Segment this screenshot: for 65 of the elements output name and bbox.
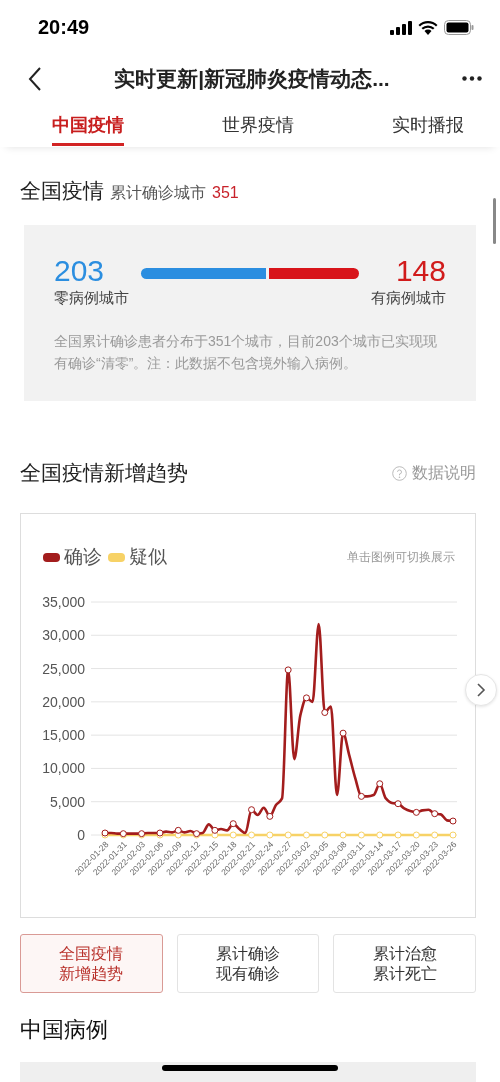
signal-icon: [390, 20, 412, 35]
axis-label: 35,000: [42, 594, 85, 610]
point: [229, 831, 237, 839]
point: [357, 792, 365, 800]
chart-view-button[interactable]: 全国疫情 新增趋势: [20, 934, 163, 993]
point: [321, 831, 329, 839]
summary-note: 全国累计确诊患者分布于351个城市，目前203个城市已实现现有确诊“清零”。注：此数据不包含境外输入病例。: [54, 332, 438, 373]
point: [174, 826, 182, 834]
point: [394, 831, 402, 839]
point: [248, 806, 256, 814]
tab[interactable]: 中国疫情: [52, 106, 124, 147]
page-title: 实时更新|新冠肺炎疫情动态...: [113, 65, 391, 92]
axis-label: 20,000: [42, 693, 85, 710]
status-time: 20:49: [38, 16, 90, 40]
tab[interactable]: 实时播报: [392, 106, 464, 147]
next-button[interactable]: [465, 674, 497, 706]
legend-item[interactable]: 疑似: [108, 544, 167, 570]
city-count: 351: [212, 184, 239, 202]
point: [431, 831, 439, 839]
chart-hint: 单击图例可切换展示: [347, 548, 455, 566]
point: [376, 831, 384, 839]
point: [357, 831, 365, 839]
chevron-right-icon: [476, 682, 486, 698]
point: [321, 709, 329, 717]
point: [248, 831, 256, 839]
stat-label: 零病例城市: [54, 289, 129, 308]
axis-label: 15,000: [42, 727, 85, 744]
battery-icon: [444, 20, 474, 36]
axis-label: 5,000: [49, 793, 85, 810]
point: [339, 729, 347, 737]
stat-value: 148: [395, 255, 446, 287]
point: [284, 666, 292, 674]
stat-label: 有病例城市: [371, 289, 446, 308]
point: [449, 831, 457, 839]
section-title: 全国疫情新增趋势: [20, 460, 188, 486]
point: [412, 831, 420, 839]
section-title: 全国疫情: [20, 178, 104, 204]
back-icon[interactable]: [28, 66, 42, 91]
axis-label: 30,000: [42, 627, 85, 644]
point: [376, 780, 384, 788]
axis-label: 10,000: [42, 760, 85, 777]
chart-view-button[interactable]: 累计确诊 现有确诊: [176, 934, 320, 993]
point: [284, 831, 292, 839]
axis-label: 0: [77, 827, 85, 843]
point: [302, 831, 310, 839]
chart-view-button[interactable]: 累计治愈 累计死亡: [333, 934, 476, 993]
axis-label: 25,000: [42, 660, 85, 677]
point: [394, 800, 402, 808]
point: [449, 817, 457, 825]
tab[interactable]: 世界疫情: [222, 106, 294, 147]
legend-item[interactable]: 确诊: [43, 544, 102, 570]
point: [266, 812, 274, 820]
point: [266, 831, 274, 839]
point: [412, 808, 420, 816]
point: [211, 826, 219, 834]
point: [339, 831, 347, 839]
point: [302, 694, 310, 702]
scrollbar: [493, 198, 496, 244]
wifi-icon: [418, 20, 438, 36]
section-title: 中国病例: [20, 1016, 109, 1044]
more-icon[interactable]: [462, 76, 482, 82]
section-subtitle: 累计确诊城市: [110, 183, 206, 203]
point: [229, 820, 237, 828]
stat-value: 203: [54, 255, 105, 287]
point: [431, 810, 439, 818]
